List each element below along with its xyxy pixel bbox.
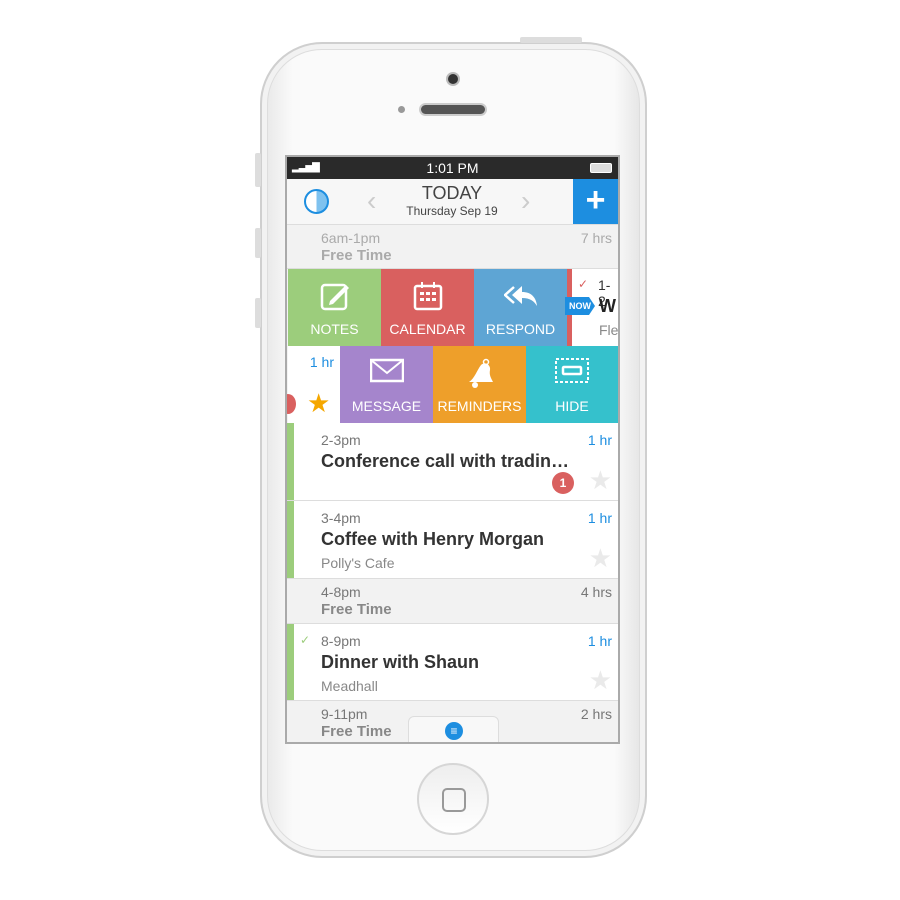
header: ‹ › TODAY Thursday Sep 19 + bbox=[287, 179, 618, 225]
current-date: Thursday Sep 19 bbox=[406, 204, 498, 218]
message-button[interactable]: MESSAGE bbox=[340, 346, 433, 423]
check-icon: ✓ bbox=[578, 277, 589, 291]
event-title: Coffee with Henry Morgan bbox=[321, 529, 545, 549]
notification-badge bbox=[287, 394, 296, 414]
power-button bbox=[520, 37, 582, 43]
volume-down-button bbox=[255, 298, 261, 328]
home-button[interactable] bbox=[417, 763, 489, 835]
event-location: Polly's Cafe bbox=[321, 555, 395, 571]
reminders-label: REMINDERS bbox=[437, 398, 522, 414]
event-duration: 1 hr bbox=[587, 633, 612, 649]
calendar-icon bbox=[381, 269, 474, 311]
reply-all-icon bbox=[474, 269, 567, 309]
calendar-button[interactable]: CALENDAR bbox=[381, 269, 474, 346]
mute-switch bbox=[255, 153, 261, 187]
status-bar: ▂▃▅▇ 1:01 PM bbox=[287, 157, 618, 179]
event-duration: 1 hr bbox=[587, 510, 612, 526]
battery-icon bbox=[590, 163, 612, 173]
list-item[interactable]: 2-3pm Conference call with tradin… 1 hr … bbox=[287, 423, 618, 501]
event-time: 8-9pm bbox=[321, 633, 361, 649]
notes-label: NOTES bbox=[310, 321, 359, 337]
partial-event-card[interactable]: 1 hr ★ bbox=[287, 346, 340, 423]
theme-toggle-icon[interactable] bbox=[304, 189, 329, 214]
bell-icon bbox=[433, 346, 526, 388]
message-label: MESSAGE bbox=[351, 398, 422, 414]
hide-icon bbox=[526, 346, 618, 386]
event-duration: 1 hr bbox=[587, 432, 612, 448]
next-day-chevron-icon[interactable]: › bbox=[521, 185, 530, 217]
hide-button[interactable]: HIDE bbox=[526, 346, 618, 423]
event-title: W bbox=[599, 296, 616, 316]
respond-button[interactable]: RESPOND bbox=[474, 269, 567, 346]
status-time: 1:01 PM bbox=[426, 160, 479, 176]
list-item[interactable]: 6am-1pm Free Time 7 hrs bbox=[287, 225, 618, 269]
star-icon[interactable]: ★ bbox=[307, 388, 330, 419]
event-duration: 2 hrs bbox=[580, 706, 612, 722]
event-time: 9-11pm bbox=[321, 706, 368, 722]
event-time: 3-4pm bbox=[321, 510, 361, 526]
sensor bbox=[398, 106, 405, 113]
hide-label: HIDE bbox=[555, 398, 589, 414]
event-title: Free Time bbox=[321, 723, 392, 740]
respond-label: RESPOND bbox=[485, 321, 556, 337]
event-location: Fle bbox=[599, 322, 619, 338]
event-title: Dinner with Shaun bbox=[321, 652, 480, 672]
now-badge: NOW bbox=[565, 297, 595, 315]
event-title: Conference call with tradin… bbox=[321, 451, 570, 471]
reminders-button[interactable]: REMINDERS bbox=[433, 346, 526, 423]
signal-icon: ▂▃▅▇ bbox=[292, 162, 320, 173]
list-item[interactable]: 3-4pm Coffee with Henry Morgan Polly's C… bbox=[287, 501, 618, 579]
event-duration: 1 hr bbox=[309, 354, 334, 370]
event-duration: 7 hrs bbox=[580, 230, 612, 246]
list-item[interactable]: ✓ 8-9pm Dinner with Shaun Meadhall 1 hr … bbox=[287, 624, 618, 701]
event-title: Free Time bbox=[321, 601, 392, 618]
volume-up-button bbox=[255, 228, 261, 258]
star-icon[interactable]: ★ bbox=[589, 465, 612, 496]
prev-day-chevron-icon[interactable]: ‹ bbox=[367, 185, 376, 217]
calendar-label: CALENDAR bbox=[389, 321, 466, 337]
event-title: Free Time bbox=[321, 247, 392, 264]
front-camera bbox=[446, 72, 460, 86]
menu-icon[interactable]: ≡ bbox=[445, 722, 463, 740]
notes-icon bbox=[288, 269, 381, 311]
notes-button[interactable]: NOTES bbox=[288, 269, 381, 346]
add-event-button[interactable]: + bbox=[573, 179, 618, 224]
event-time: 2-3pm bbox=[321, 432, 361, 448]
notification-badge: 1 bbox=[552, 472, 574, 494]
event-time: 4-8pm bbox=[321, 584, 361, 600]
star-icon[interactable]: ★ bbox=[589, 665, 612, 696]
check-icon: ✓ bbox=[300, 633, 311, 647]
list-item[interactable]: 4-8pm Free Time 4 hrs bbox=[287, 579, 618, 624]
event-location: Meadhall bbox=[321, 678, 378, 694]
app-screen: ▂▃▅▇ 1:01 PM ‹ › TODAY Thursday Sep 19 +… bbox=[285, 155, 620, 744]
event-duration: 4 hrs bbox=[580, 584, 612, 600]
menu-tab[interactable]: ≡ bbox=[408, 716, 499, 742]
earpiece-speaker bbox=[419, 103, 487, 116]
star-icon[interactable]: ★ bbox=[589, 543, 612, 574]
envelope-icon bbox=[340, 346, 433, 386]
event-time: 6am-1pm bbox=[321, 230, 381, 246]
page-title: TODAY bbox=[421, 183, 483, 203]
